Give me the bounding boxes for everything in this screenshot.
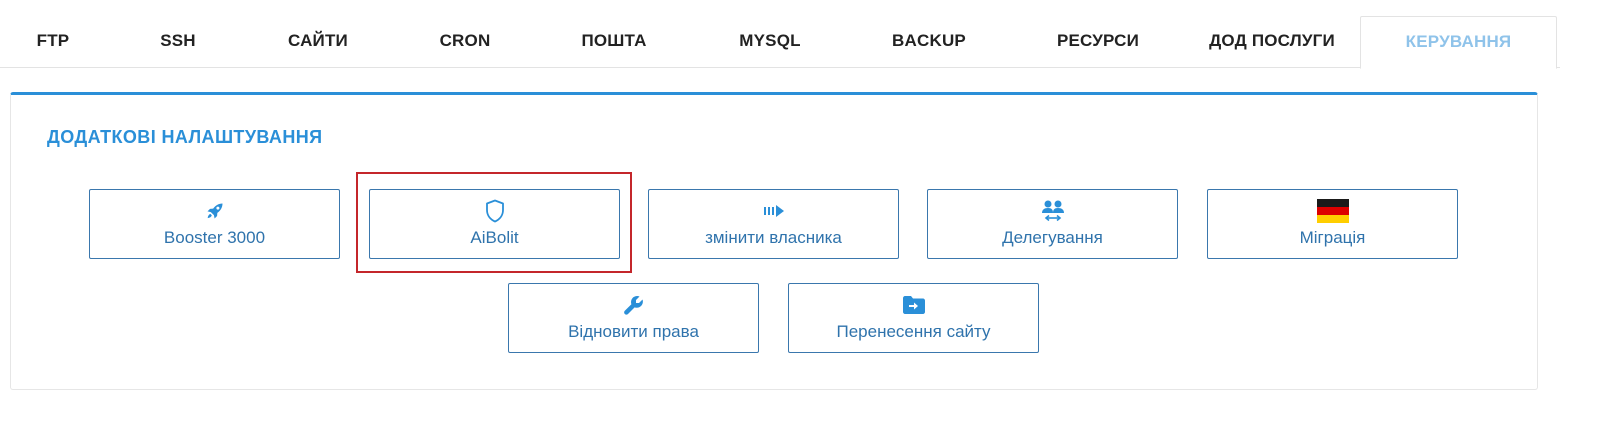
tab-cron[interactable]: CRON [440,28,491,54]
tab-ssh[interactable]: SSH [160,28,196,54]
users-swap-icon [1037,199,1069,223]
change-owner-button[interactable]: змінити власника [648,189,899,259]
tab-bar: FTP SSH САЙТИ CRON ПОШТА MYSQL BACKUP РЕ… [0,0,1560,69]
arrow-transfer-icon [758,199,790,223]
restore-permissions-button[interactable]: Відновити права [508,283,759,353]
change-owner-label: змінити власника [705,228,842,247]
german-flag-icon [1316,199,1349,223]
site-transfer-label: Перенесення сайту [836,322,991,341]
tab-mail[interactable]: ПОШТА [581,28,646,54]
tab-sites[interactable]: САЙТИ [288,28,348,54]
booster-label: Booster 3000 [163,228,266,247]
aibolit-label: AiBolit [470,228,519,247]
shield-icon [479,199,511,223]
tab-backup[interactable]: BACKUP [892,28,966,54]
tab-mysql[interactable]: MYSQL [739,28,800,54]
hosting-control-page: FTP SSH САЙТИ CRON ПОШТА MYSQL BACKUP РЕ… [0,0,1603,448]
folder-arrow-icon [898,293,930,317]
wrench-icon [618,293,650,317]
migration-button[interactable]: Міграція [1207,189,1458,259]
delegation-label: Делегування [1002,228,1103,247]
rocket-icon [199,199,231,223]
panel-title: ДОДАТКОВІ НАЛАШТУВАННЯ [47,127,323,147]
migration-label: Міграція [1299,228,1366,247]
booster-button[interactable]: Booster 3000 [89,189,340,259]
aibolit-button[interactable]: AiBolit [369,189,620,259]
restore-permissions-label: Відновити права [568,322,699,341]
tab-management[interactable]: КЕРУВАННЯ [1360,16,1557,69]
delegation-button[interactable]: Делегування [927,189,1178,259]
tab-extra-services[interactable]: ДОД ПОСЛУГИ [1209,28,1335,54]
tab-resources[interactable]: РЕСУРСИ [1057,28,1139,54]
site-transfer-button[interactable]: Перенесення сайту [788,283,1039,353]
tab-ftp[interactable]: FTP [37,28,70,54]
